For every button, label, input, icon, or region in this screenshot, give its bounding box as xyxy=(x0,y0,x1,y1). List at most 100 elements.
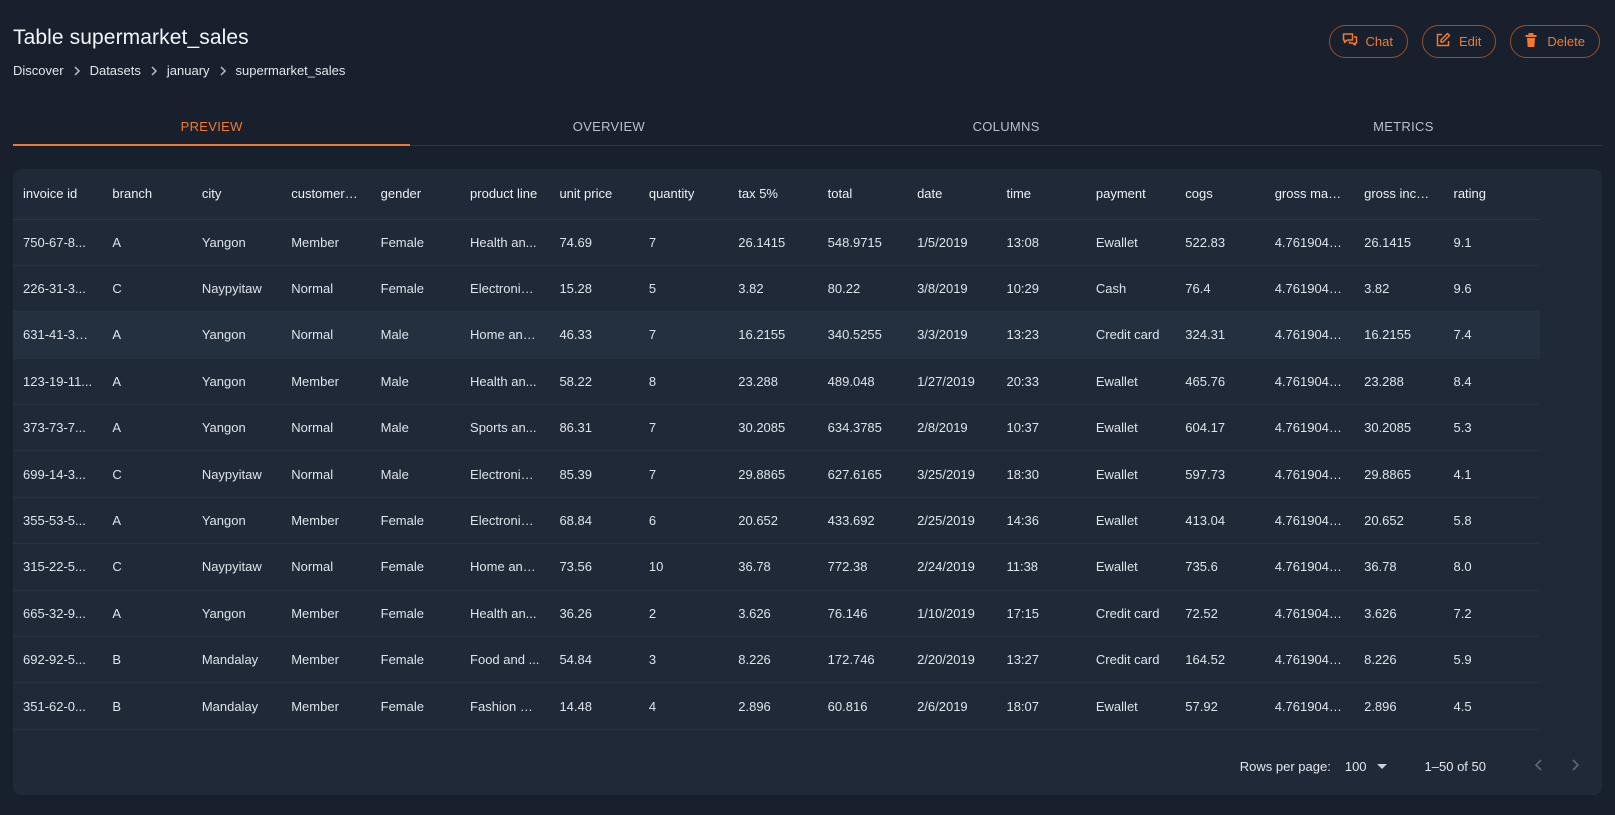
table-cell: 3.626 xyxy=(728,590,818,638)
column-header[interactable]: branch xyxy=(102,169,192,220)
table-cell: 3.626 xyxy=(1354,590,1444,638)
column-header[interactable]: date xyxy=(907,169,997,220)
chevron-right-icon xyxy=(141,65,167,76)
table-cell: 2/24/2019 xyxy=(907,543,997,591)
table-cell: 13:23 xyxy=(996,311,1086,359)
table-cell: 123-19-11... xyxy=(13,358,103,406)
table-cell: 8.0 xyxy=(1443,543,1533,591)
table-cell: 4.7619047... xyxy=(1264,450,1355,498)
table-row[interactable]: 665-32-9... A Yangon Member Female Health an.… xyxy=(13,590,1540,638)
table-row[interactable]: 123-19-11... A Yangon Member Male Health an..… xyxy=(13,358,1540,406)
column-header[interactable]: time xyxy=(996,169,1086,220)
table-cell: C xyxy=(102,265,192,313)
table-cell: A xyxy=(102,404,192,452)
tab-columns[interactable]: COLUMNS xyxy=(808,106,1205,145)
column-header[interactable]: payment xyxy=(1085,169,1176,220)
column-header[interactable]: gross income xyxy=(1354,169,1444,220)
table-cell: 355-53-5... xyxy=(13,497,103,545)
edit-button[interactable]: Edit xyxy=(1422,25,1497,58)
table-row[interactable]: 373-73-7... A Yangon Normal Male Sports an...… xyxy=(13,404,1540,452)
column-header[interactable]: tax 5% xyxy=(728,169,818,220)
table-cell: 80.22 xyxy=(817,265,908,313)
tab-overview[interactable]: OVERVIEW xyxy=(410,106,807,145)
table-body: 750-67-8... A Yangon Member Female Health an.… xyxy=(13,219,1540,730)
column-header[interactable]: customer t... xyxy=(281,169,371,220)
table-row[interactable]: 351-62-0... B Mandalay Member Female Fashion … xyxy=(13,682,1540,730)
previous-page-button[interactable] xyxy=(1526,753,1552,779)
table-row[interactable]: 315-22-5... C Naypyitaw Normal Female Home an… xyxy=(13,543,1540,591)
column-header[interactable]: product line xyxy=(460,169,550,220)
table-cell: 72.52 xyxy=(1175,590,1265,638)
column-header[interactable]: invoice id xyxy=(13,169,103,220)
next-page-button[interactable] xyxy=(1562,753,1588,779)
table-row[interactable]: 226-31-3... C Naypyitaw Normal Female Electro… xyxy=(13,265,1540,313)
column-header[interactable]: gender xyxy=(370,169,461,220)
table-cell: 2/6/2019 xyxy=(907,682,997,730)
table-cell: Female xyxy=(370,682,461,730)
table-cell: Female xyxy=(370,497,461,545)
table-cell: 4.7619047... xyxy=(1264,358,1355,406)
breadcrumb-item-discover[interactable]: Discover xyxy=(13,63,64,78)
column-header[interactable]: gross margi... xyxy=(1264,169,1355,220)
column-header-spacer xyxy=(1532,169,1540,220)
table-cell: Female xyxy=(370,543,461,591)
column-header[interactable]: total xyxy=(817,169,908,220)
table-cell: 20.652 xyxy=(728,497,818,545)
page-root: Table supermarket_sales Discover Dataset… xyxy=(0,0,1615,815)
column-header[interactable]: rating xyxy=(1443,169,1533,220)
table-cell: 1/5/2019 xyxy=(907,219,997,266)
table-cell: 9.1 xyxy=(1443,219,1533,266)
table-cell: 29.8865 xyxy=(1354,450,1444,498)
table-cell: 26.1415 xyxy=(1354,219,1444,266)
table-cell: 1/27/2019 xyxy=(907,358,997,406)
table-row[interactable]: 699-14-3... C Naypyitaw Normal Male Electroni… xyxy=(13,450,1540,498)
table-cell: 4.1 xyxy=(1443,450,1533,498)
chat-button-label: Chat xyxy=(1365,34,1394,49)
table-cell: 4.7619047... xyxy=(1264,404,1355,452)
rows-per-page-select[interactable]: 100 xyxy=(1345,759,1387,774)
table-cell: 735.6 xyxy=(1175,543,1265,591)
column-header[interactable]: quantity xyxy=(638,169,729,220)
table-cell: 597.73 xyxy=(1175,450,1265,498)
table-cell: 7 xyxy=(638,450,729,498)
table-cell: 1/10/2019 xyxy=(907,590,997,638)
breadcrumb-item-datasets[interactable]: Datasets xyxy=(90,63,141,78)
table-cell: 60.816 xyxy=(817,682,908,730)
table-cell: 489.048 xyxy=(817,358,908,406)
delete-button[interactable]: Delete xyxy=(1510,25,1600,58)
table-cell: A xyxy=(102,590,192,638)
tab-metrics[interactable]: METRICS xyxy=(1205,106,1602,145)
table-cell: Home and... xyxy=(460,543,550,591)
breadcrumb-item-january[interactable]: january xyxy=(167,63,210,78)
table-row[interactable]: 631-41-31... A Yangon Normal Male Home and...… xyxy=(13,311,1540,359)
table-cell: 4.7619047... xyxy=(1264,497,1355,545)
table-row[interactable]: 692-92-5... B Mandalay Member Female Food and… xyxy=(13,636,1540,684)
table-cell: 3/3/2019 xyxy=(907,311,997,359)
table-cell: Yangon xyxy=(191,358,282,406)
column-header[interactable]: unit price xyxy=(549,169,639,220)
table-cell: 548.9715 xyxy=(817,219,908,266)
table-cell: Health an... xyxy=(460,590,550,638)
table-cell: A xyxy=(102,219,192,266)
table-cell-spacer xyxy=(1532,265,1540,313)
table-cell: 634.3785 xyxy=(817,404,908,452)
column-header[interactable]: city xyxy=(191,169,282,220)
table-row[interactable]: 355-53-5... A Yangon Member Female Electronic… xyxy=(13,497,1540,545)
table-cell: Member xyxy=(281,590,371,638)
table-cell: Ewallet xyxy=(1085,450,1176,498)
table-cell: Male xyxy=(370,450,461,498)
column-header[interactable]: cogs xyxy=(1175,169,1265,220)
table-cell: Electronic ... xyxy=(460,450,550,498)
table-cell-spacer xyxy=(1532,543,1540,591)
table-cell: 750-67-8... xyxy=(13,219,103,266)
tab-preview[interactable]: PREVIEW xyxy=(13,106,411,146)
table-cell: 315-22-5... xyxy=(13,543,103,591)
table-cell: 172.746 xyxy=(817,636,908,684)
chat-button[interactable]: Chat xyxy=(1328,25,1409,58)
table-cell: 324.31 xyxy=(1175,311,1265,359)
table-cell: 13:27 xyxy=(996,636,1086,684)
table-row[interactable]: 750-67-8... A Yangon Member Female Health an.… xyxy=(13,219,1540,266)
edit-icon xyxy=(1435,32,1451,51)
table-cell: 226-31-3... xyxy=(13,265,103,313)
table-cell: 2/20/2019 xyxy=(907,636,997,684)
